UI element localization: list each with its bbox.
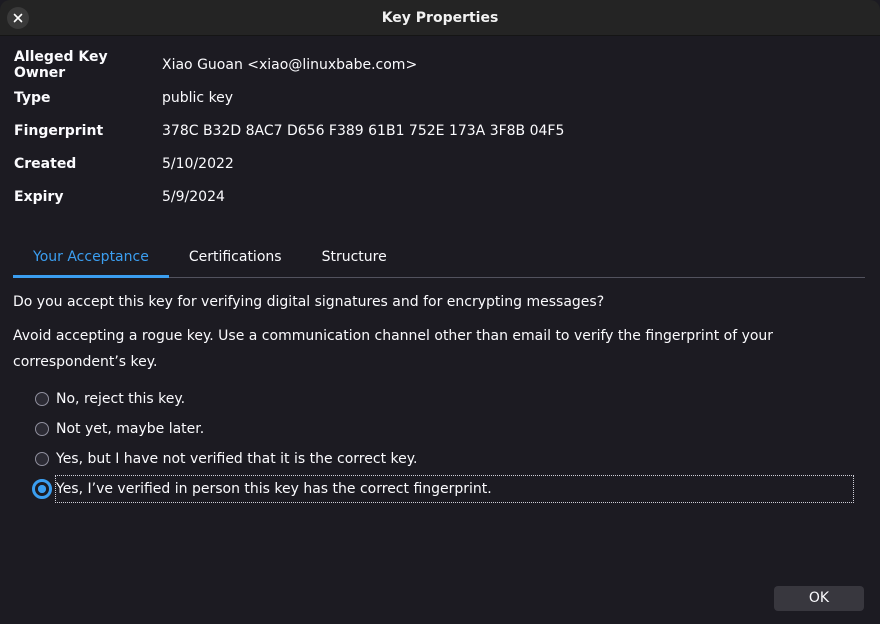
property-row-expiry: Expiry 5/9/2024 xyxy=(14,180,564,213)
radio-button[interactable] xyxy=(35,422,49,436)
radio-button[interactable] xyxy=(35,392,49,406)
property-label: Fingerprint xyxy=(14,122,104,139)
radio-label[interactable]: Yes, I’ve verified in person this key ha… xyxy=(55,475,854,503)
radio-option-reject[interactable]: No, reject this key. xyxy=(33,384,853,414)
radio-option-verified[interactable]: Yes, I’ve verified in person this key ha… xyxy=(32,474,854,504)
acceptance-warning: Avoid accepting a rogue key. Use a commu… xyxy=(13,328,774,370)
property-label: Created xyxy=(14,155,77,172)
radio-dot-icon xyxy=(38,485,46,493)
radio-button-checked[interactable] xyxy=(32,479,52,499)
tab-structure[interactable]: Structure xyxy=(302,240,407,277)
property-label: Alleged Key Owner xyxy=(14,48,108,81)
property-row-owner: Alleged Key Owner Xiao Guoan <xiao@linux… xyxy=(14,48,564,81)
property-value-owner: Xiao Guoan <xiao@linuxbabe.com> xyxy=(162,56,418,73)
window-title: Key Properties xyxy=(381,10,499,26)
tab-certifications[interactable]: Certifications xyxy=(169,240,302,277)
key-properties-list: Alleged Key Owner Xiao Guoan <xiao@linux… xyxy=(14,48,564,213)
radio-option-unverified[interactable]: Yes, but I have not verified that it is … xyxy=(33,444,853,474)
property-value-expiry: 5/9/2024 xyxy=(162,188,225,205)
property-value-fingerprint: 378C B32D 8AC7 D656 F389 61B1 752E 173A … xyxy=(162,122,565,139)
ok-button[interactable]: OK xyxy=(774,586,864,611)
radio-label[interactable]: Yes, but I have not verified that it is … xyxy=(56,451,417,467)
tab-your-acceptance[interactable]: Your Acceptance xyxy=(13,240,169,278)
property-row-type: Type public key xyxy=(14,81,564,114)
radio-label[interactable]: No, reject this key. xyxy=(56,391,185,407)
property-label: Type xyxy=(14,89,51,106)
radio-button[interactable] xyxy=(35,452,49,466)
radio-option-not-yet[interactable]: Not yet, maybe later. xyxy=(33,414,853,444)
property-row-created: Created 5/10/2022 xyxy=(14,147,564,180)
tab-bar: Your Acceptance Certifications Structure xyxy=(13,240,865,278)
property-label: Expiry xyxy=(14,188,64,205)
acceptance-question: Do you accept this key for verifying dig… xyxy=(13,294,605,310)
property-value-type: public key xyxy=(162,89,234,106)
property-value-created: 5/10/2022 xyxy=(162,155,234,172)
radio-label[interactable]: Not yet, maybe later. xyxy=(56,421,204,437)
acceptance-radio-group: No, reject this key. Not yet, maybe late… xyxy=(32,384,854,504)
acceptance-panel: Do you accept this key for verifying dig… xyxy=(13,289,868,375)
title-bar: Key Properties xyxy=(0,0,880,36)
property-row-fingerprint: Fingerprint 378C B32D 8AC7 D656 F389 61B… xyxy=(14,114,564,147)
